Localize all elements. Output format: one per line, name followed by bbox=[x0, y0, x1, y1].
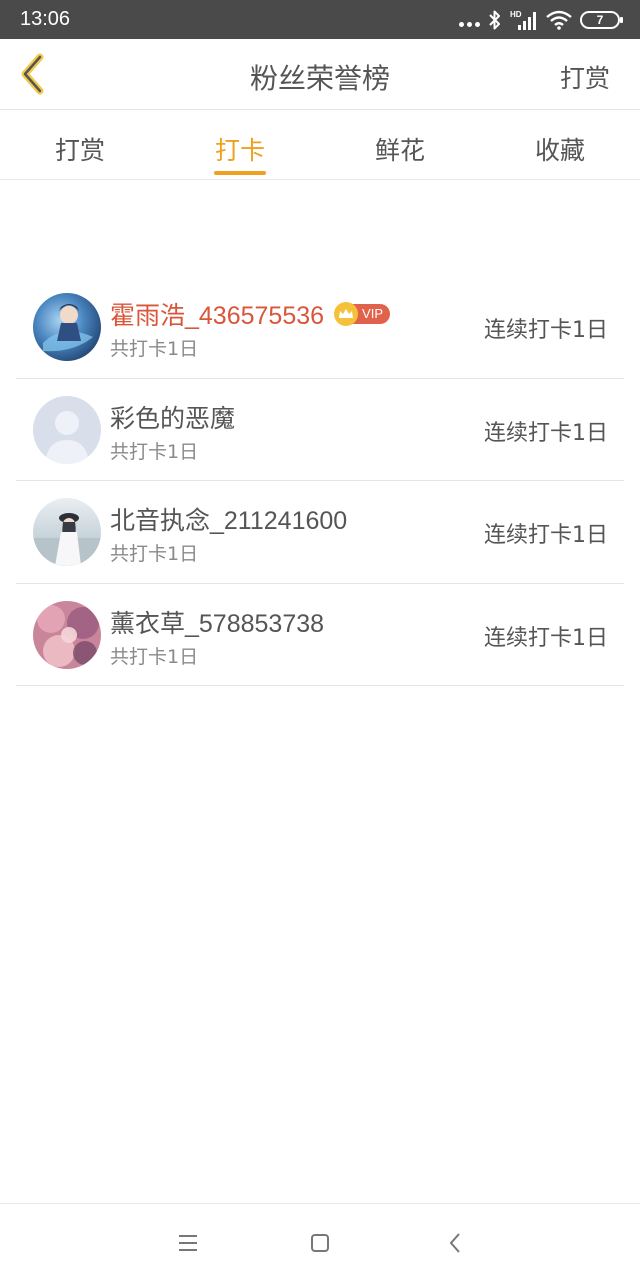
crown-icon bbox=[334, 302, 359, 326]
list-item[interactable]: 薰衣草_578853738 共打卡1日 连续打卡1日 bbox=[16, 584, 624, 686]
menu-icon bbox=[179, 1235, 197, 1251]
tab-reward[interactable]: 打赏 bbox=[0, 111, 160, 179]
menu-button[interactable] bbox=[173, 1228, 203, 1258]
flower-photo-avatar[interactable] bbox=[33, 600, 101, 669]
tab-label: 收藏 bbox=[534, 136, 585, 165]
total-checkin: 共打卡1日 bbox=[110, 543, 199, 565]
status-time: 13:06 bbox=[20, 8, 71, 30]
nav-bar: 粉丝荣誉榜 打赏 bbox=[0, 39, 640, 110]
total-checkin: 共打卡1日 bbox=[110, 440, 199, 463]
wifi-icon bbox=[546, 10, 572, 30]
page-title: 粉丝荣誉榜 bbox=[249, 62, 390, 95]
status-icons: HD 7 bbox=[459, 7, 623, 33]
svg-text:HD: HD bbox=[510, 10, 522, 19]
streak-label: 连续打卡1日 bbox=[484, 523, 608, 548]
home-button[interactable] bbox=[305, 1228, 335, 1258]
back-icon bbox=[449, 1233, 460, 1253]
tab-checkin[interactable]: 打卡 bbox=[160, 111, 320, 179]
name-line: 薰衣草_578853738 bbox=[110, 604, 324, 640]
tab-label: 鲜花 bbox=[374, 136, 425, 165]
tab-label: 打赏 bbox=[54, 136, 105, 165]
name-line: 北音执念_211241600 bbox=[110, 501, 347, 537]
home-icon bbox=[311, 1234, 329, 1252]
name-line: 霍雨浩_436575536 VIP bbox=[110, 296, 391, 332]
status-bar: 13:06 HD 7 bbox=[0, 0, 640, 39]
more-dots-icon bbox=[459, 13, 480, 27]
streak-label: 连续打卡1日 bbox=[484, 420, 608, 446]
vip-badge: VIP bbox=[334, 302, 391, 326]
user-name[interactable]: 彩色的恶魔 bbox=[110, 399, 235, 435]
total-checkin: 共打卡1日 bbox=[110, 338, 199, 360]
system-nav-bar bbox=[0, 1203, 640, 1280]
streak-label: 连续打卡1日 bbox=[484, 318, 608, 343]
ranking-list: 霍雨浩_436575536 VIP 共打卡1日 连续打卡1日 彩色的恶魔 共打卡… bbox=[16, 276, 624, 686]
list-item[interactable]: 霍雨浩_436575536 VIP 共打卡1日 连续打卡1日 bbox=[16, 276, 624, 379]
anime-character-avatar[interactable] bbox=[33, 293, 101, 361]
default-user-avatar[interactable] bbox=[33, 395, 101, 464]
tab-flowers[interactable]: 鲜花 bbox=[320, 111, 480, 179]
system-back-button[interactable] bbox=[440, 1228, 470, 1258]
user-name[interactable]: 霍雨浩_436575536 bbox=[110, 296, 324, 332]
active-tab-indicator bbox=[214, 171, 266, 175]
signal-hd-icon: HD bbox=[510, 10, 536, 30]
list-item[interactable]: 北音执念_211241600 共打卡1日 连续打卡1日 bbox=[16, 481, 624, 584]
user-name[interactable]: 北音执念_211241600 bbox=[110, 501, 347, 537]
list-item[interactable]: 彩色的恶魔 共打卡1日 连续打卡1日 bbox=[16, 379, 624, 481]
streak-label: 连续打卡1日 bbox=[484, 625, 608, 651]
user-name[interactable]: 薰衣草_578853738 bbox=[110, 604, 324, 640]
battery-level: 7 bbox=[596, 13, 604, 27]
reward-button[interactable]: 打赏 bbox=[560, 59, 610, 95]
battery-icon: 7 bbox=[580, 11, 623, 29]
girl-photo-avatar[interactable] bbox=[33, 498, 101, 566]
total-checkin: 共打卡1日 bbox=[110, 645, 199, 668]
tab-favorites[interactable]: 收藏 bbox=[480, 111, 640, 179]
name-line: 彩色的恶魔 bbox=[110, 399, 235, 435]
tab-bar: 打赏 打卡 鲜花 收藏 bbox=[0, 111, 640, 180]
bluetooth-icon bbox=[489, 10, 500, 30]
